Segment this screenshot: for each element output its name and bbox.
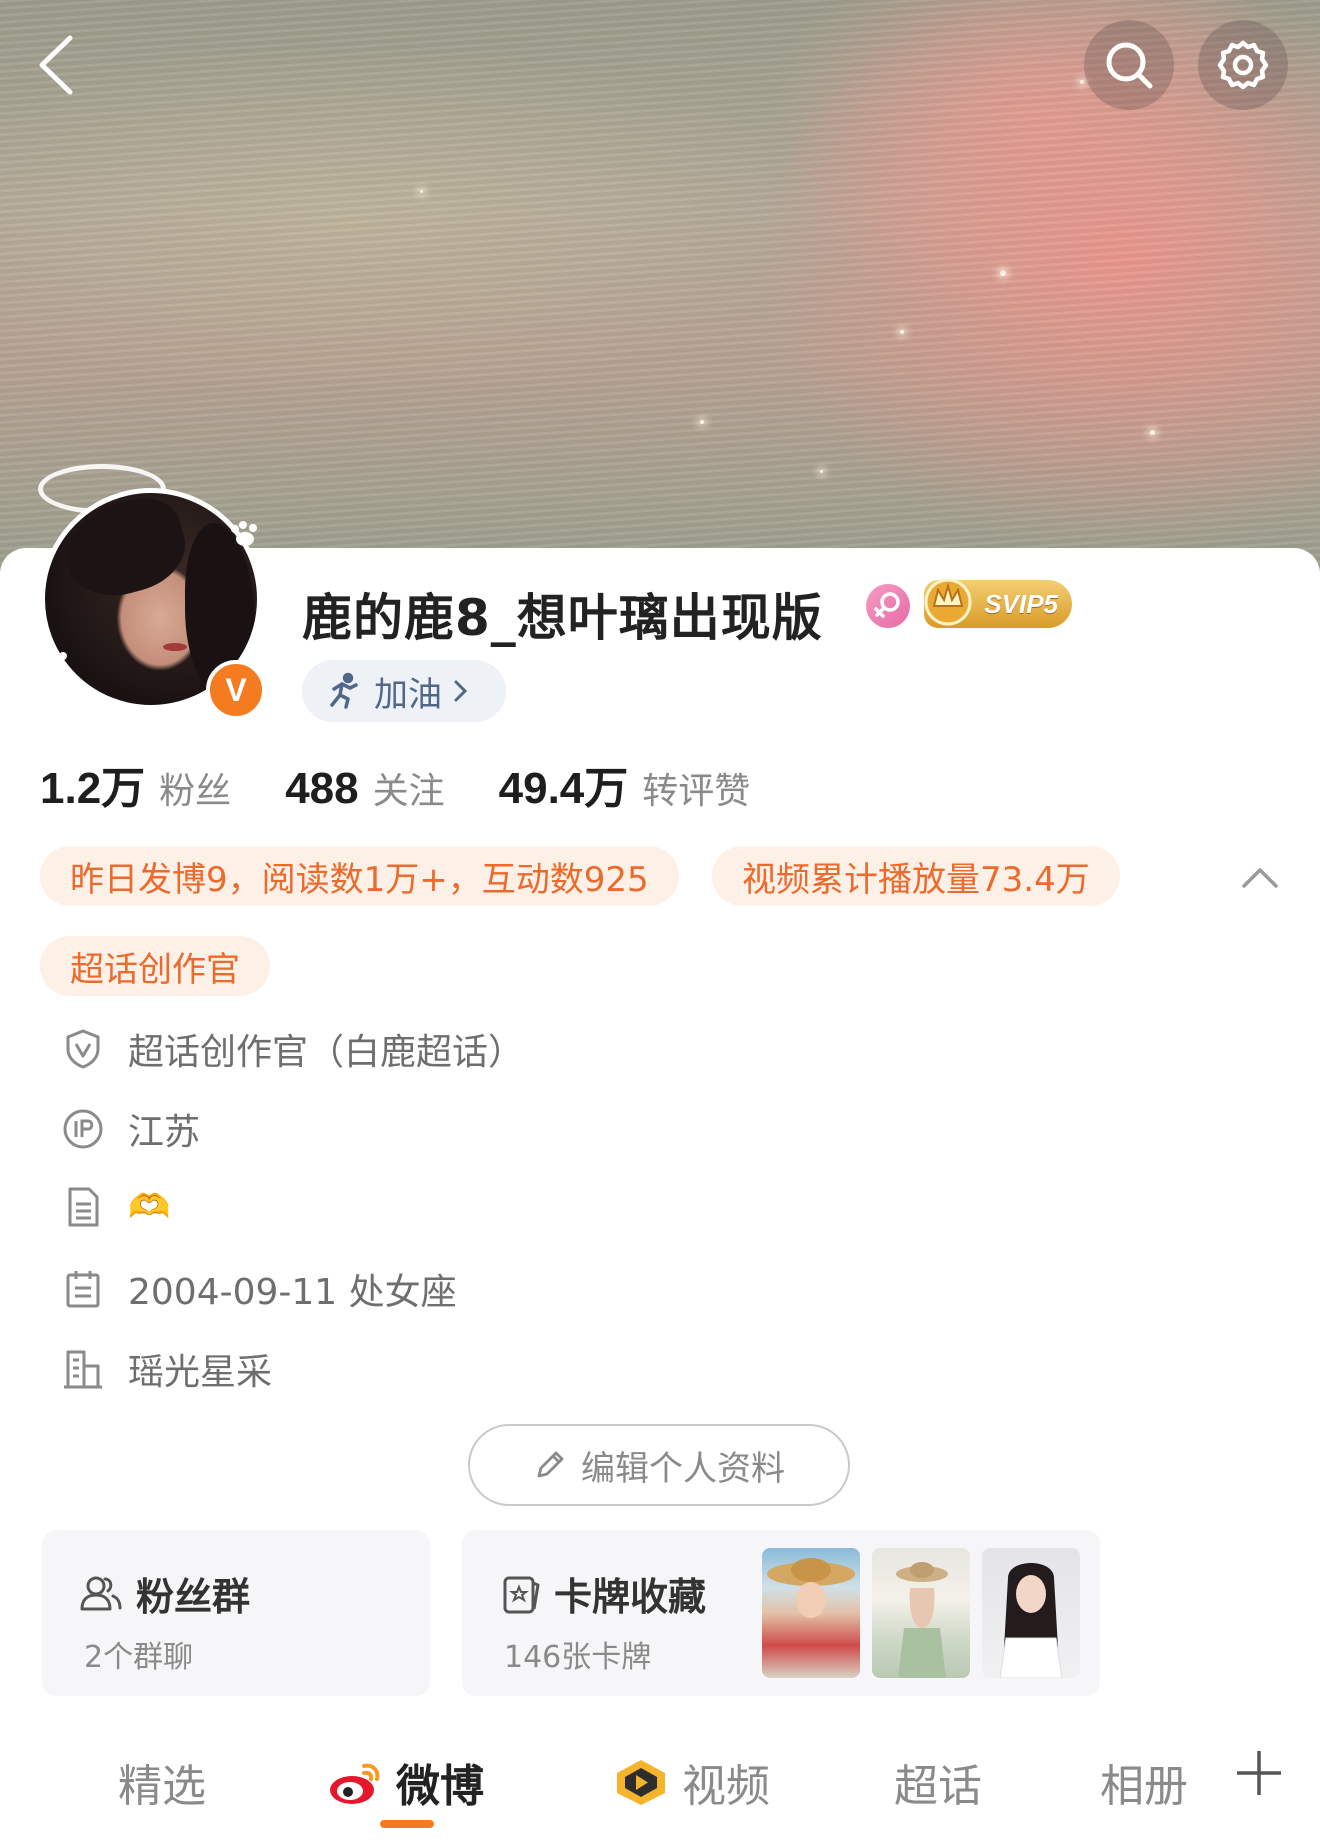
fan-group-card[interactable]: 粉丝群 2个群聊 [42,1530,430,1696]
tab-label: 精选 [118,1761,206,1812]
crown-icon [924,578,972,626]
chevron-right-icon [454,680,468,702]
tab-album[interactable]: 相册 [1100,1750,1188,1814]
sparkle-decoration [1000,270,1006,276]
user-name: 鹿的鹿8_想叶璃出现版 [302,589,823,647]
calendar-icon [66,1271,100,1308]
stat-following[interactable]: 488 关注 [285,762,444,814]
card-collection-subtitle: 146张卡牌 [504,1640,652,1675]
tab-label: 视频 [682,1761,770,1812]
profile-tab-bar: 精选 微博 视频 超话 相册 [0,1720,1320,1840]
fan-group-subtitle: 2个群聊 [84,1640,194,1675]
chevron-up-icon [1242,868,1278,888]
stat-followers[interactable]: 1.2万 粉丝 [40,752,231,816]
fan-group-title-row: 粉丝群 [78,1566,250,1621]
sparkle-decoration [1080,80,1084,84]
tab-label: 相册 [1100,1761,1188,1812]
birthday-text: 2004-09-11 处女座 [128,1272,457,1313]
running-person-icon [330,672,358,709]
svip-badge[interactable]: SVIP5 [924,578,1072,628]
sparkle-decoration [820,470,823,473]
paw-decoration-icon [231,521,257,546]
search-button[interactable] [1084,20,1174,110]
info-bio: 🫶 [60,1180,170,1234]
avatar-container[interactable]: V [38,464,270,720]
stat-value: 488 [285,764,359,813]
sparkle-decoration [900,330,904,334]
stat-label: 关注 [372,771,445,812]
tab-label: 超话 [894,1761,982,1812]
edit-profile-button[interactable]: 编辑个人资料 [468,1424,850,1506]
card-collection-title-row: 卡牌收藏 [500,1566,706,1621]
search-icon [1106,42,1153,89]
stat-value: 1.2万 [40,764,146,813]
photo-thumbnail-image [999,1563,1063,1678]
settings-button[interactable] [1198,20,1288,110]
collapse-button[interactable] [1238,858,1282,898]
tag-video-plays[interactable]: 视频累计播放量73.4万 [712,846,1120,906]
pencil-icon [537,1451,564,1478]
card-icon [503,1576,540,1613]
tab-supertopic[interactable]: 超话 [894,1750,982,1814]
photo-thumbnail-image [767,1558,855,1618]
info-birthday: 2004-09-11 处女座 [60,1262,457,1316]
card-thumbnail[interactable] [982,1548,1080,1678]
add-tab-button[interactable] [1234,1748,1284,1798]
verified-badge: V [206,660,266,720]
info-certification[interactable]: 超话创作官（白鹿超话） [60,1022,524,1076]
ip-icon [63,1109,103,1149]
info-company: 瑶光星采 [60,1342,272,1396]
gear-icon [1217,40,1269,90]
stat-value: 49.4万 [498,764,629,813]
card-collection-card[interactable]: 卡牌收藏 146张卡牌 [462,1530,1100,1696]
female-icon [866,584,910,628]
cheer-label: 加油 [374,674,442,715]
sparkle-decoration [1150,430,1155,435]
plus-icon [1237,1751,1281,1795]
tab-label: 微博 [396,1761,484,1812]
fan-group-title: 粉丝群 [136,1575,251,1619]
cheer-button[interactable]: 加油 [302,660,506,722]
video-play-icon [617,1760,665,1805]
info-ip-location: 江苏 [60,1102,200,1156]
edit-profile-label: 编辑个人资料 [581,1448,785,1489]
tab-weibo[interactable]: 微博 [326,1750,484,1814]
sparkle-decoration [420,190,423,193]
card-thumbnail[interactable] [872,1548,970,1678]
company-text: 瑶光星采 [128,1352,273,1393]
tag-creator[interactable]: 超话创作官 [40,936,270,996]
tab-featured[interactable]: 精选 [118,1750,206,1814]
back-button[interactable] [30,30,90,100]
chevron-left-icon [39,35,73,95]
weibo-logo-icon [330,1763,380,1804]
stats-row: 1.2万 粉丝 488 关注 49.4万 转评赞 [40,752,804,816]
building-icon [64,1350,102,1389]
sparkle-decoration [700,420,704,424]
stat-likes[interactable]: 49.4万 转评赞 [499,752,751,816]
stat-label: 转评赞 [642,771,751,812]
svip-label: SVIP5 [984,588,1058,619]
document-icon [68,1187,99,1227]
tag-yesterday-stats[interactable]: 昨日发博9，阅读数1万+，互动数925 [40,846,679,906]
paw-decoration-icon [41,649,67,674]
group-icon [80,1576,122,1610]
stat-label: 粉丝 [159,771,232,812]
shield-icon [66,1029,100,1069]
ip-location-text: 江苏 [128,1112,201,1153]
bio-text: 🫶 [128,1187,171,1227]
certification-text: 超话创作官（白鹿超话） [128,1032,525,1073]
card-thumbnail[interactable] [762,1548,860,1678]
photo-thumbnail-image [896,1562,948,1678]
active-tab-indicator [380,1820,434,1828]
tab-video[interactable]: 视频 [612,1750,770,1814]
card-collection-title: 卡牌收藏 [554,1575,707,1619]
